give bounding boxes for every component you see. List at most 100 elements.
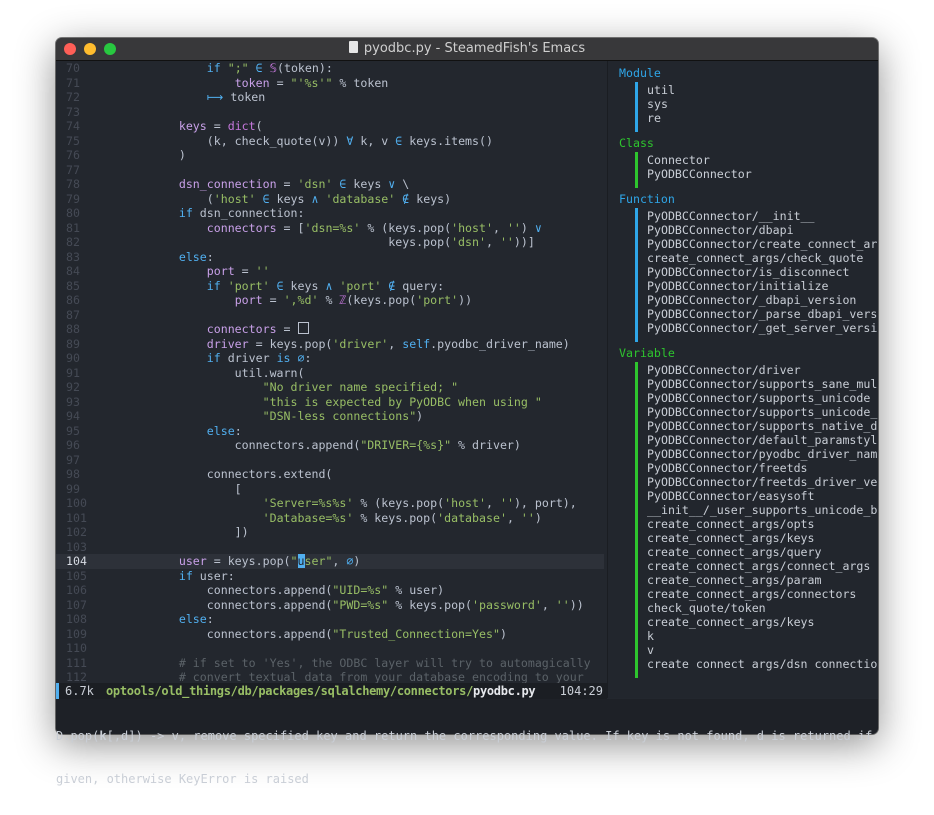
code-line[interactable]: 85 if 'port' ∈ keys ∧ 'port' ∉ query: bbox=[56, 279, 604, 294]
code-line[interactable]: 93 "this is expected by PyODBC when usin… bbox=[56, 395, 604, 410]
code-line[interactable]: 112 # convert textual data from your dat… bbox=[56, 670, 604, 683]
code-line[interactable]: 102 ]) bbox=[56, 525, 604, 540]
code-line[interactable]: 99 [ bbox=[56, 482, 604, 497]
line-number: 83 bbox=[66, 249, 80, 264]
sidebar-item[interactable]: PyODBCConnector/supports_sane_mul bbox=[647, 377, 877, 391]
sidebar-item[interactable]: PyODBCConnector/supports_unicode bbox=[647, 391, 870, 405]
code-line[interactable]: 71 token = "'%s'" % token bbox=[56, 76, 604, 91]
sidebar-item[interactable]: PyODBCConnector/easysoft bbox=[647, 489, 815, 503]
sidebar-item[interactable]: PyODBCConnector/supports_unicode_ bbox=[647, 405, 877, 419]
code-token: = [ bbox=[276, 220, 305, 235]
code-line[interactable]: 101 'Database=%s' % keys.pop('database',… bbox=[56, 511, 604, 526]
code-line[interactable]: 90 if driver is ∅: bbox=[56, 351, 604, 366]
code-line[interactable]: 79 ('host' ∈ keys ∧ 'database' ∉ keys) bbox=[56, 192, 604, 207]
code-line[interactable]: 84 port = '' bbox=[56, 264, 604, 279]
sidebar-item[interactable]: create_connect_args/connectors bbox=[647, 587, 856, 601]
sidebar-item[interactable]: create_connect_args/query bbox=[647, 545, 822, 559]
sidebar-item[interactable]: v bbox=[647, 643, 654, 657]
sidebar-item[interactable]: PyODBCConnector/_parse_dbapi_vers bbox=[647, 307, 877, 321]
code-line[interactable]: 107 connectors.append("PWD=%s" % keys.po… bbox=[56, 598, 604, 613]
code-line[interactable]: 108 else: bbox=[56, 612, 604, 627]
code-editor[interactable]: 70 if ";" ∈ 𝕊(token): 71 token = "'%s'" %… bbox=[56, 61, 604, 683]
sidebar-item[interactable]: PyODBCConnector/create_connect_ar bbox=[647, 237, 877, 251]
sidebar-item[interactable]: PyODBCConnector/__init__ bbox=[647, 209, 815, 223]
code-token: : bbox=[234, 423, 242, 438]
sidebar-item[interactable]: PyODBCConnector/_dbapi_version bbox=[647, 293, 856, 307]
code-line[interactable]: 76 ) bbox=[56, 148, 604, 163]
code-line[interactable]: 95 else: bbox=[56, 424, 604, 439]
code-line[interactable]: 103 bbox=[56, 540, 604, 555]
line-number: 79 bbox=[66, 191, 80, 206]
code-token: 'port' bbox=[227, 278, 270, 293]
sidebar-item[interactable]: PyODBCConnector/freetds_driver_ve bbox=[647, 475, 877, 489]
line-number: 97 bbox=[66, 452, 80, 467]
sidebar-item[interactable]: util bbox=[647, 83, 675, 97]
sidebar-item[interactable]: PyODBCConnector/initialize bbox=[647, 279, 828, 293]
sidebar-group-function[interactable]: Function bbox=[619, 192, 675, 206]
code-line[interactable]: 109 connectors.append("Trusted_Connectio… bbox=[56, 627, 604, 642]
code-line[interactable]: 97 bbox=[56, 453, 604, 468]
code-line[interactable]: 110 bbox=[56, 641, 604, 656]
sidebar-item[interactable]: PyODBCConnector/is_disconnect bbox=[647, 265, 849, 279]
sidebar-group-module[interactable]: Module bbox=[619, 66, 661, 80]
code-line[interactable]: 94 "DSN-less connections") bbox=[56, 409, 604, 424]
code-line[interactable]: 70 if ";" ∈ 𝕊(token): bbox=[56, 61, 604, 76]
sidebar-item[interactable]: __init__/_user_supports_unicode_b bbox=[647, 503, 877, 517]
sidebar-item[interactable]: create_connect_args/check_quote bbox=[647, 251, 863, 265]
code-line[interactable]: 72 ⟼ token bbox=[56, 90, 604, 105]
code-token: ), port), bbox=[513, 496, 577, 510]
line-number: 86 bbox=[66, 293, 80, 307]
code-line[interactable]: 78 dsn_connection = 'dsn' ∈ keys ∨ \ bbox=[56, 177, 604, 192]
sidebar-item[interactable]: Connector bbox=[647, 153, 710, 167]
code-token: 'host' bbox=[213, 191, 256, 206]
code-line[interactable]: 105 if user: bbox=[56, 569, 604, 584]
sidebar-item[interactable]: create connect args/dsn connectio bbox=[647, 657, 877, 671]
sidebar-item[interactable]: re bbox=[647, 111, 661, 125]
code-line[interactable]: 98 connectors.extend( bbox=[56, 467, 604, 482]
sidebar-item[interactable]: create_connect_args/param bbox=[647, 573, 822, 587]
code-line[interactable]: 92 "No driver name specified; " bbox=[56, 380, 604, 395]
sidebar-item[interactable]: PyODBCConnector/pyodbc_driver_nam bbox=[647, 447, 877, 461]
sidebar-item[interactable]: k bbox=[647, 629, 654, 643]
sidebar-group-variable[interactable]: Variable bbox=[619, 346, 675, 360]
code-line[interactable]: 104 user = keys.pop("user", ∅) bbox=[56, 554, 604, 569]
sidebar-item[interactable]: PyODBCConnector bbox=[647, 167, 752, 181]
sidebar-item[interactable]: PyODBCConnector/default_paramstyl bbox=[647, 433, 877, 447]
code-line[interactable]: 74 keys = dict( bbox=[56, 119, 604, 134]
code-line[interactable]: 75 (k, check_quote(v)) ∀ k, v ∈ keys.ite… bbox=[56, 134, 604, 149]
code-line[interactable]: 89 driver = keys.pop('driver', self.pyod… bbox=[56, 337, 604, 352]
code-line[interactable]: 83 else: bbox=[56, 250, 604, 265]
code-line[interactable]: 77 bbox=[56, 163, 604, 178]
code-line[interactable]: 86 port = ',%d' % ℤ(keys.pop('port')) bbox=[56, 293, 604, 308]
code-line[interactable]: 73 bbox=[56, 105, 604, 120]
line-number: 106 bbox=[66, 583, 87, 597]
sidebar-item[interactable]: create_connect_args/keys bbox=[647, 615, 815, 629]
sidebar-item[interactable]: PyODBCConnector/_get_server_versi bbox=[647, 321, 877, 335]
code-line[interactable]: 88 connectors = bbox=[56, 322, 604, 337]
sidebar-item[interactable]: create_connect_args/opts bbox=[647, 517, 815, 531]
code-line[interactable]: 91 util.warn( bbox=[56, 366, 604, 381]
code-token: ',%d' bbox=[283, 293, 319, 307]
sidebar-item[interactable]: check_quote/token bbox=[647, 601, 766, 615]
code-line[interactable]: 87 bbox=[56, 308, 604, 323]
sidebar-group-class[interactable]: Class bbox=[619, 136, 654, 150]
sidebar-item[interactable]: PyODBCConnector/freetds bbox=[647, 461, 808, 475]
line-text: # if set to 'Yes', the ODBC layer will t… bbox=[123, 656, 591, 671]
code-line[interactable]: 100 'Server=%s%s' % (keys.pop('host', ''… bbox=[56, 496, 604, 511]
line-number: 99 bbox=[66, 481, 80, 496]
line-number: 108 bbox=[66, 612, 87, 626]
code-line[interactable]: 111 # if set to 'Yes', the ODBC layer wi… bbox=[56, 656, 604, 671]
sidebar-item[interactable]: create_connect_args/keys bbox=[647, 531, 815, 545]
code-token: keys.items() bbox=[402, 133, 493, 148]
sidebar-item[interactable]: PyODBCConnector/dbapi bbox=[647, 223, 794, 237]
sidebar-item[interactable]: PyODBCConnector/driver bbox=[647, 363, 801, 377]
code-line[interactable]: 80 if dsn_connection: bbox=[56, 206, 604, 221]
code-line[interactable]: 106 connectors.append("UID=%s" % user) bbox=[56, 583, 604, 598]
sidebar-item[interactable]: create_connect_args/connect_args bbox=[647, 559, 870, 573]
sidebar-item[interactable]: PyODBCConnector/supports_native_d bbox=[647, 419, 877, 433]
code-line[interactable]: 81 connectors = ['dsn=%s' % (keys.pop('h… bbox=[56, 221, 604, 236]
sidebar-item[interactable]: sys bbox=[647, 97, 668, 111]
code-line[interactable]: 96 connectors.append("DRIVER={%s}" % dri… bbox=[56, 438, 604, 453]
code-line[interactable]: 82 keys.pop('dsn', ''))] bbox=[56, 235, 604, 250]
